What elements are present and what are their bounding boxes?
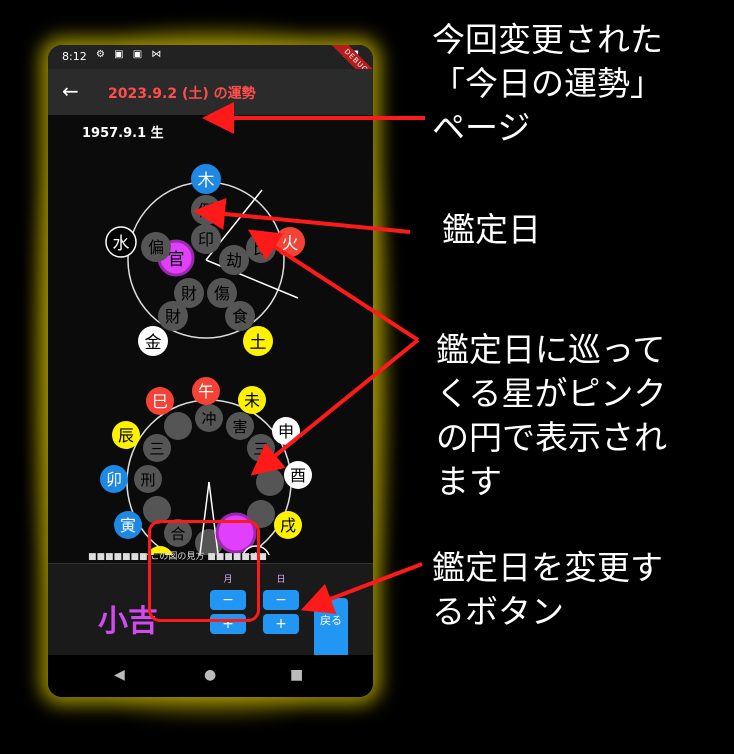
arrow-date <box>193 198 411 234</box>
arrow-button <box>300 562 423 614</box>
arrow-star-2 <box>250 338 420 476</box>
annotation-arrows <box>193 102 425 614</box>
arrow-star-1 <box>247 229 420 342</box>
